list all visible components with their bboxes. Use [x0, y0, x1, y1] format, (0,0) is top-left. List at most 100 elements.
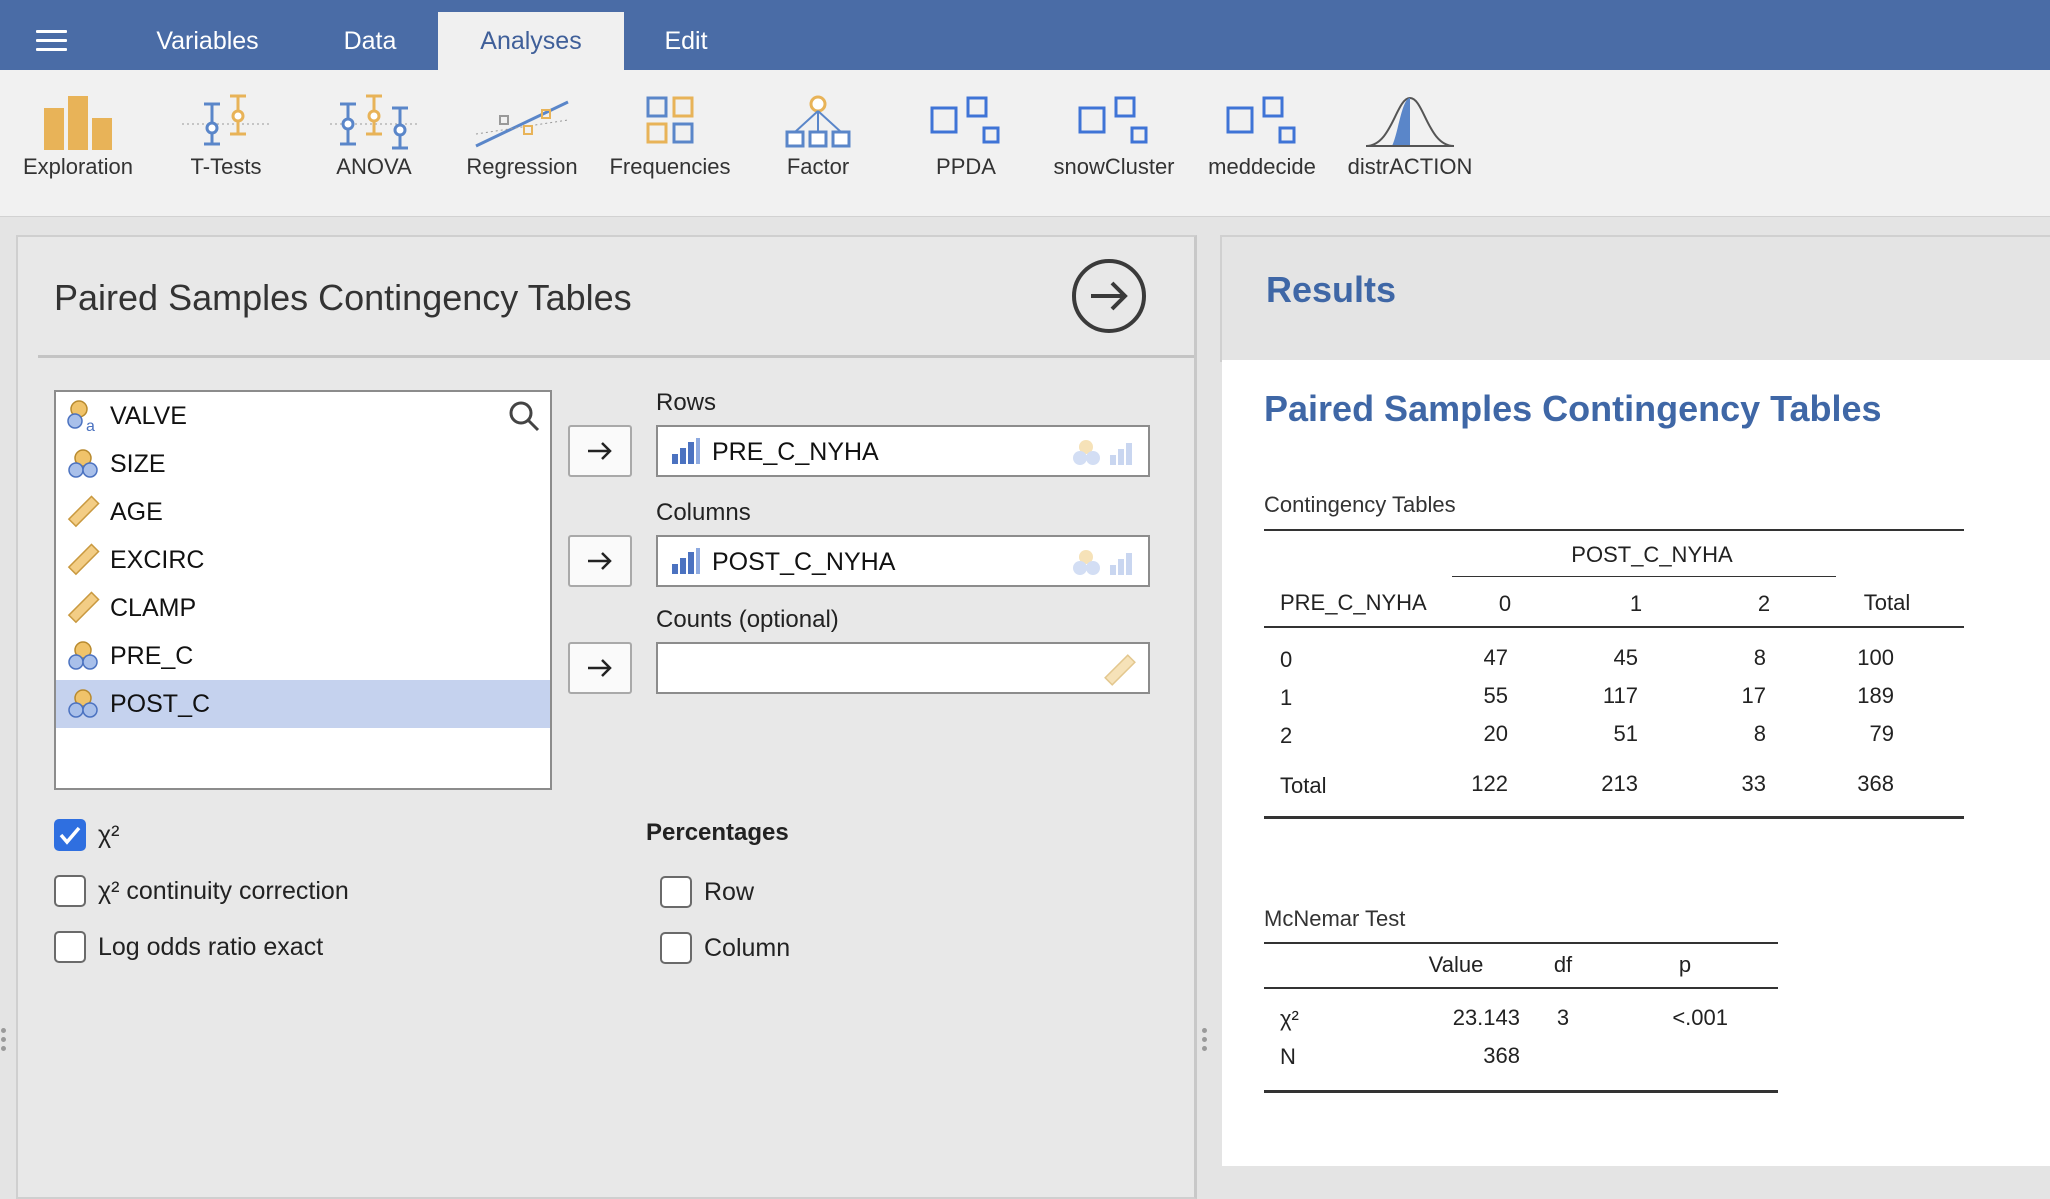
list-item[interactable]: AGE: [56, 488, 550, 536]
list-item[interactable]: EXCIRC: [56, 536, 550, 584]
arrow-right-icon: [588, 659, 612, 677]
analysis-title: Paired Samples Contingency Tables: [54, 277, 632, 318]
allowed-types-icon: [1073, 550, 1132, 575]
title-divider: [38, 355, 1194, 358]
module-icon: [1226, 96, 1296, 144]
continuous-ruler-icon: [67, 591, 100, 624]
chi2-checkbox[interactable]: [54, 819, 86, 851]
chi2-row-label: χ²: [1280, 1006, 1299, 1031]
hamburger-menu-icon[interactable]: [36, 30, 67, 52]
table-cell: 213: [1601, 771, 1638, 796]
run-analysis-button[interactable]: [1072, 259, 1146, 333]
tab-analyses[interactable]: Analyses: [438, 12, 624, 70]
chi2-continuity-option[interactable]: χ² continuity correction: [54, 875, 349, 907]
ribbon-ttests-button[interactable]: T-Tests: [151, 94, 301, 180]
nominal-icon: [68, 689, 98, 718]
continuous-ruler-icon: [67, 495, 100, 528]
table-cell: 8: [1753, 721, 1766, 746]
results-header: Results: [1220, 235, 2050, 362]
arrow-right-icon: [588, 442, 612, 460]
table-cell: 189: [1857, 683, 1894, 708]
results-heading: Paired Samples Contingency Tables: [1264, 388, 1882, 429]
nominal-icon: [68, 641, 98, 670]
continuous-ruler-icon: [1104, 654, 1136, 686]
move-to-counts-button[interactable]: [568, 642, 632, 694]
ribbon-ppda-button[interactable]: PPDA: [891, 94, 1041, 180]
ribbon-distraction-button[interactable]: distrACTION: [1335, 94, 1485, 180]
continuous-ruler-icon: [67, 543, 100, 576]
column-header: Value: [1428, 952, 1484, 977]
left-splitter-handle[interactable]: [1, 1028, 7, 1058]
list-item[interactable]: a VALVE: [56, 392, 550, 440]
row-variable-header: PRE_C_NYHA: [1280, 590, 1427, 615]
tab-edit[interactable]: Edit: [630, 12, 742, 70]
module-icon: [1078, 96, 1148, 144]
rows-label: Rows: [656, 389, 717, 416]
columns-field[interactable]: POST_C_NYHA: [656, 535, 1150, 587]
ribbon-exploration-button[interactable]: Exploration: [3, 94, 153, 180]
ribbon-anova-button[interactable]: ANOVA: [299, 94, 449, 180]
table-rule: [1264, 1090, 1778, 1093]
variables-list[interactable]: a VALVE SIZE AGE EXCIRC CLAMP PRE_C POST…: [54, 390, 552, 790]
log-odds-option[interactable]: Log odds ratio exact: [54, 931, 323, 963]
percent-column-option[interactable]: Column: [660, 932, 790, 964]
exploration-icon: [44, 96, 112, 150]
list-item[interactable]: SIZE: [56, 440, 550, 488]
counts-field[interactable]: [656, 642, 1150, 694]
column-header: 1: [1629, 591, 1643, 616]
nominal-text-icon: a: [67, 400, 95, 433]
factor-icon: [785, 95, 851, 148]
table-cell: 368: [1483, 1043, 1520, 1068]
chi2-continuity-checkbox[interactable]: [54, 875, 86, 907]
top-menu-bar: Variables Data Analyses Edit: [0, 0, 2050, 70]
table-rule: [1264, 626, 1964, 628]
ribbon-meddecide-button[interactable]: meddecide: [1187, 94, 1337, 180]
list-item[interactable]: PRE_C: [56, 632, 550, 680]
regression-icon: [475, 100, 569, 148]
distribution-icon: [1365, 96, 1455, 147]
nominal-icon: [68, 449, 98, 478]
table-row-label: 1: [1280, 685, 1293, 710]
tab-data[interactable]: Data: [305, 12, 435, 70]
table-cell: 368: [1857, 771, 1894, 796]
table-rule: [1264, 529, 1964, 531]
chi2-option[interactable]: χ²: [54, 819, 119, 851]
table-cell: 117: [1602, 683, 1638, 708]
analysis-options-panel: Paired Samples Contingency Tables a VALV…: [16, 235, 1197, 1199]
table-cell: 47: [1483, 645, 1508, 670]
ribbon-frequencies-button[interactable]: Frequencies: [595, 94, 745, 180]
percent-row-checkbox[interactable]: [660, 876, 692, 908]
table-cell: 79: [1869, 721, 1894, 746]
table-cell: 8: [1753, 645, 1766, 670]
table-cell: 20: [1483, 721, 1508, 746]
frequencies-icon: [646, 96, 694, 144]
list-item-selected[interactable]: POST_C: [56, 680, 550, 728]
table-cell: <.001: [1672, 1005, 1728, 1030]
table-cell: 45: [1613, 645, 1638, 670]
ribbon-snowcluster-button[interactable]: snowCluster: [1039, 94, 1189, 180]
ordinal-bars-icon: [672, 548, 700, 574]
percent-column-checkbox[interactable]: [660, 932, 692, 964]
counts-label: Counts (optional): [656, 606, 839, 633]
arrow-right-icon: [588, 552, 612, 570]
svg-text:a: a: [86, 418, 95, 433]
table-cell: 17: [1741, 683, 1766, 708]
table-total-label: Total: [1280, 773, 1327, 798]
rows-field[interactable]: PRE_C_NYHA: [656, 425, 1150, 477]
table-rule: [1264, 987, 1778, 989]
percent-row-option[interactable]: Row: [660, 876, 754, 908]
results-output: Paired Samples Contingency Tables Contin…: [1222, 360, 2050, 1166]
panel-splitter-handle[interactable]: [1202, 1028, 1208, 1058]
ribbon-factor-button[interactable]: Factor: [743, 94, 893, 180]
tab-variables[interactable]: Variables: [120, 12, 295, 70]
columns-label: Columns: [656, 499, 751, 526]
table-cell: 23.143: [1452, 1005, 1520, 1030]
list-item[interactable]: CLAMP: [56, 584, 550, 632]
mcnemar-caption: McNemar Test: [1264, 906, 1406, 931]
move-to-rows-button[interactable]: [568, 425, 632, 477]
move-to-columns-button[interactable]: [568, 535, 632, 587]
table-cell: 55: [1483, 683, 1508, 708]
ribbon-regression-button[interactable]: Regression: [447, 94, 597, 180]
log-odds-checkbox[interactable]: [54, 931, 86, 963]
column-header: 2: [1757, 591, 1771, 616]
